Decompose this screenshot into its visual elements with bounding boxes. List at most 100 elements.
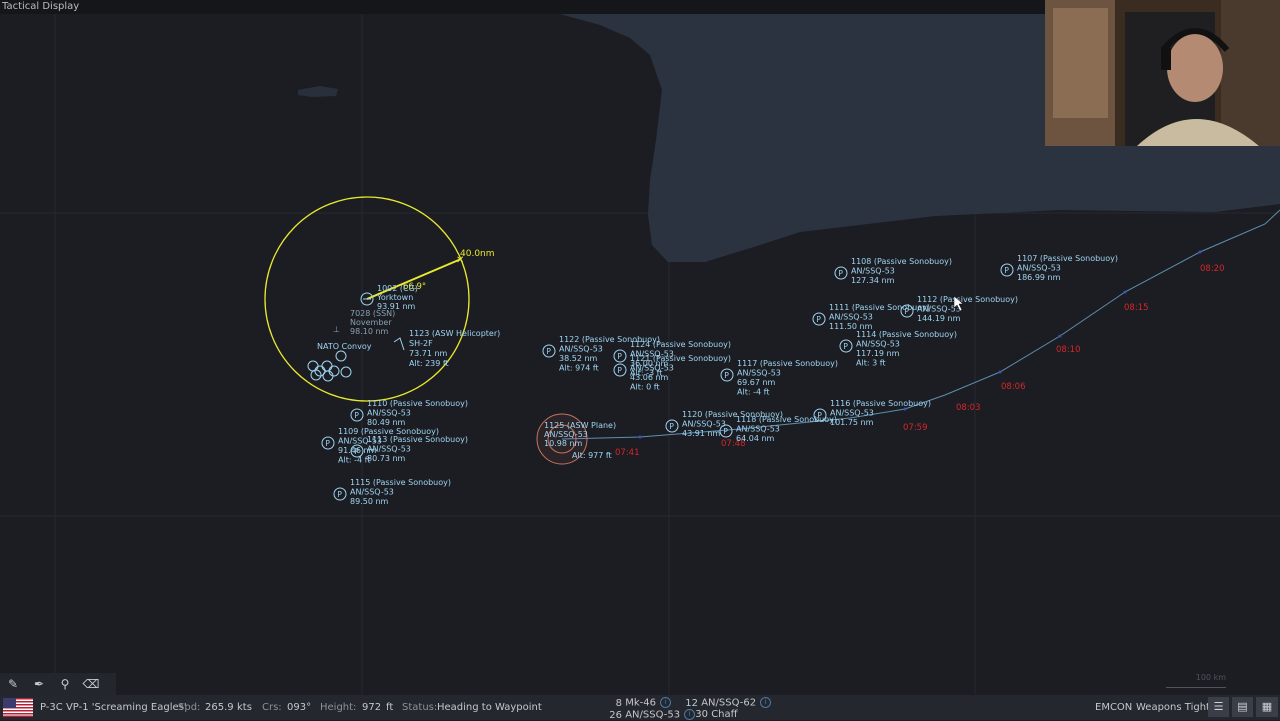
sonobuoy-alt: Alt: -4 ft [737,388,769,397]
sonobuoy-marker[interactable]: P 1115 (Passive Sonobuoy)AN/SSQ-5389.50 n… [333,478,451,506]
sonobuoy-marker[interactable]: P 1113 (Passive Sonobuoy)AN/SSQ-5380.73 n… [350,435,468,463]
sonobuoy-range: 80.49 nm [367,418,406,427]
sonobuoy-alt: Alt: 0 ft [630,383,660,392]
sonobuoy-letter: P [817,411,822,420]
sonobuoy-range: 38.52 nm [559,354,598,363]
contact-type: SH-2F [409,339,433,348]
contact-type: AN/SSQ-53 [544,430,588,439]
sonobuoy-id: 1124 (Passive Sonobuoy) [630,340,731,349]
sonobuoy-alt: Alt: 974 ft [559,364,599,373]
sonobuoy-letter: P [723,427,728,436]
eraser-icon[interactable]: ⌫ [78,673,104,695]
window-title: Tactical Display [0,0,1045,14]
webcam-overlay [1045,0,1280,146]
course-value: 093° [287,702,312,713]
waypoint-time: 07:59 [903,423,928,433]
sonobuoy-letter: P [904,307,909,316]
sliders-icon[interactable]: ☰ [1208,697,1229,717]
pen-icon[interactable]: ✒ [26,673,52,695]
sonobuoy-id: 1121 (Passive Sonobuoy) [630,354,731,363]
contact-range: 73.71 nm [409,349,448,358]
sonobuoy-range: 43.06 nm [630,373,669,382]
height-unit: ft [386,702,394,713]
ordnance-ssq53[interactable]: 26 AN/SSQ-53 i [596,709,696,721]
waypoint-time: 08:06 [1001,382,1026,392]
sonobuoy-range: 43.91 nm [682,429,721,438]
contact-id: 1002 (CG) [377,284,418,293]
sonobuoy-marker[interactable]: P 1114 (Passive Sonobuoy)AN/SSQ-53117.19 … [839,330,957,368]
sonobuoy-range: 89.50 nm [350,497,389,506]
contact-name: Yorktown [376,293,413,302]
sonobuoy-id: 1108 (Passive Sonobuoy) [851,257,952,266]
weapons-status-button[interactable]: Weapons Tight [1136,695,1210,720]
small-island [298,86,338,97]
sonobuoy-type: AN/SSQ-53 [856,340,900,349]
map-icon[interactable]: ▦ [1256,697,1278,717]
sonobuoy-alt: Alt: 3 ft [856,359,886,368]
contact-helicopter[interactable]: 1123 (ASW Helicopter) SH-2F 73.71 nm Alt… [393,329,500,368]
sonobuoy-letter: P [816,315,821,324]
info-icon: i [659,697,671,708]
scale-bar: 100 km [1166,673,1226,688]
contact-alt: Alt: 239 ft [409,359,449,368]
sonobuoy-type: AN/SSQ-53 [736,425,780,434]
us-flag-icon [3,698,33,717]
sonobuoy-letter: P [337,490,342,499]
sonobuoy-layer: P 1110 (Passive Sonobuoy) AN/SSQ-53 80.49 n… [321,254,1118,506]
contact-name: NATO Convoy [317,342,372,351]
sonobuoy-letter: P [724,371,729,380]
sonobuoy-range: 101.75 nm [830,418,874,427]
sonobuoy-range: 69.67 nm [737,378,776,387]
waypoint-time: 08:15 [1124,303,1149,313]
info-icon: i [760,697,772,708]
sonobuoy-letter: P [354,411,359,420]
sonobuoy-range: 144.19 nm [917,314,961,323]
sonobuoy-letter: P [669,422,674,431]
sonobuoy-id: 1117 (Passive Sonobuoy) [737,359,838,368]
sonobuoy-letter: P [617,352,622,361]
sonobuoy-marker[interactable]: P 1121 (Passive Sonobuoy)AN/SSQ-5343.06 n… [613,354,731,392]
sonobuoy-letter: P [1004,266,1009,275]
sonobuoy-letter: P [546,347,551,356]
contact-range: 10.98 nm [544,439,583,448]
sonobuoy-letter: P [325,439,330,448]
sonobuoy-marker[interactable]: P1111 (Passive Sonobuoy)AN/SSQ-53111.50 … [812,303,930,331]
ordnance-mk46[interactable]: 8 Mk-46 i [596,697,671,709]
unit-name[interactable]: P-3C VP-1 'Screaming Eagles' [40,695,187,720]
height-label: Height: [320,702,357,713]
sonobuoy-range: 64.04 nm [736,434,775,443]
sonobuoy-id: 1110 (Passive Sonobuoy) [367,399,468,408]
range-ring-cross-icon: ✕ [456,255,464,266]
sonobuoy-type: AN/SSQ-53 [829,313,873,322]
sonobuoy-letter: P [354,447,359,456]
sonobuoy-letter: P [617,366,622,375]
sonobuoy-marker[interactable]: P 1107 (Passive Sonobuoy)AN/SSQ-53186.99 … [1000,254,1118,282]
sonobuoy-marker[interactable]: P 1108 (Passive Sonobuoy)AN/SSQ-53127.34 … [834,257,952,285]
database-icon[interactable]: ▤ [1232,697,1253,717]
waypoint-time: 07:41 [615,448,640,458]
status-value: Heading to Waypoint [437,702,542,713]
sonobuoy-id: 1116 (Passive Sonobuoy) [830,399,931,408]
ordnance-chaff[interactable]: 30 Chaff [684,709,737,720]
contact-range: 98.10 nm [350,327,389,336]
sonobuoy-range: 117.19 nm [856,349,900,358]
ordnance-ssq62[interactable]: 12 AN/SSQ-62 i [684,697,772,709]
contact-alt: Alt: 977 ft [572,451,612,460]
sonobuoy-range: 80.73 nm [367,454,406,463]
sonobuoy-marker[interactable]: P 1110 (Passive Sonobuoy)AN/SSQ-5380.49 n… [350,399,468,427]
sonobuoy-id: 1113 (Passive Sonobuoy) [367,435,468,444]
emcon-button[interactable]: EMCON [1095,695,1132,720]
speed-unit: kts [237,702,252,713]
contact-ssn[interactable]: ⊥ 7028 (SSN) November 98.10 nm [333,309,395,336]
sonobuoy-id: 1114 (Passive Sonobuoy) [856,330,957,339]
map-toolbar: ✎ ✒ ⚲ ⌫ [0,673,116,695]
sonobuoy-id: 1111 (Passive Sonobuoy) [829,303,930,312]
pencil-icon[interactable]: ✎ [0,673,26,695]
own-aircraft[interactable]: 1125 (ASW Plane) AN/SSQ-53 10.98 nm Alt:… [536,413,616,465]
waypoint-time: 08:10 [1056,345,1081,355]
sonobuoy-marker[interactable]: P 1117 (Passive Sonobuoy)AN/SSQ-5369.67 n… [720,359,838,397]
pin-icon[interactable]: ⚲ [52,673,78,695]
speed-value: 265.9 [205,702,234,713]
sonobuoy-id: 1115 (Passive Sonobuoy) [350,478,451,487]
contact-name: November [350,318,392,327]
